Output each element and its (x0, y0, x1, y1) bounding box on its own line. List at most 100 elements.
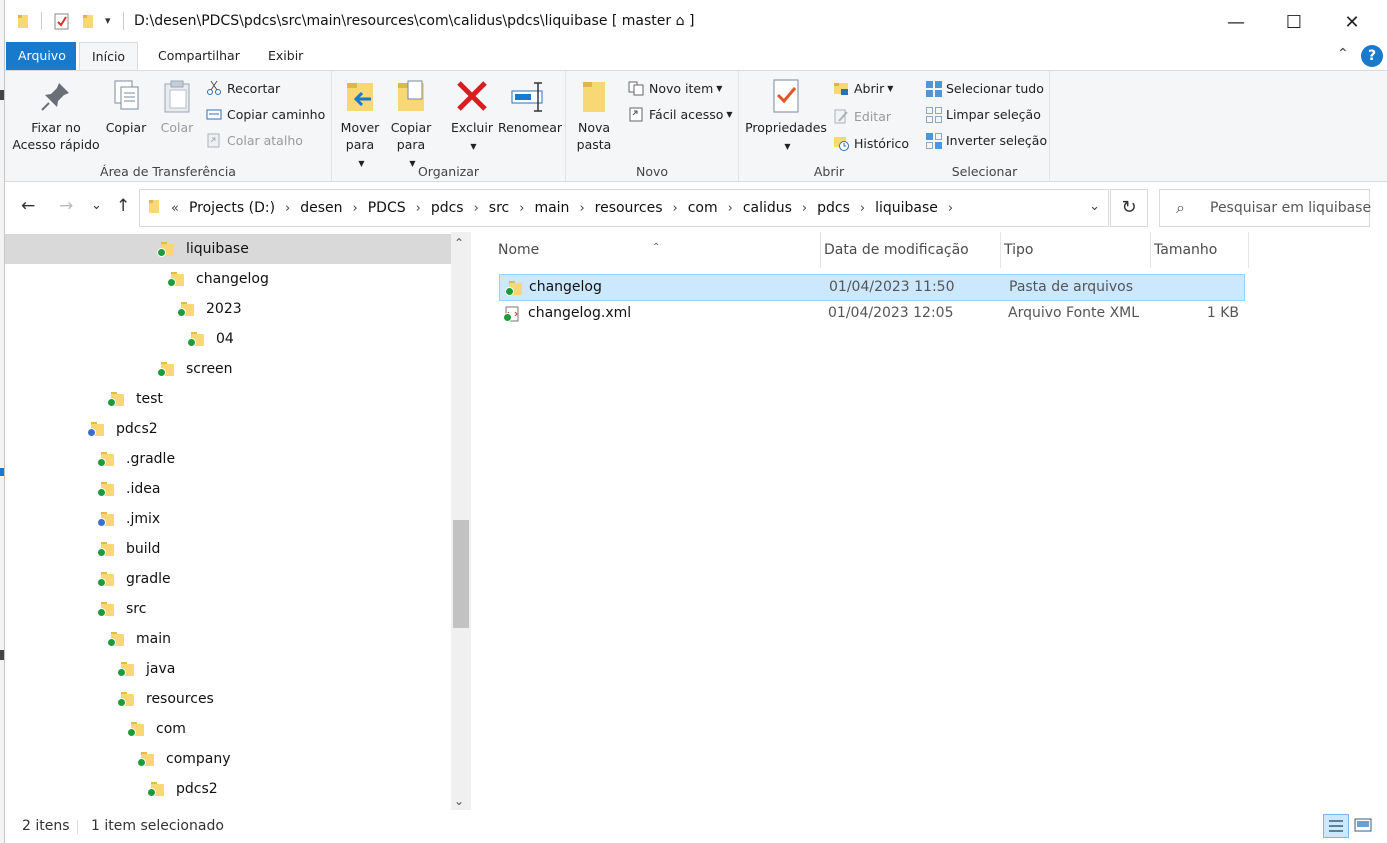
cut-button[interactable]: Recortar (206, 77, 280, 99)
tab-share[interactable]: Compartilhar (146, 42, 252, 70)
customize-toolbar-icon[interactable]: ▾ (105, 14, 111, 27)
folder-icon (107, 631, 126, 647)
address-bar[interactable]: « Projects (D:) › desen › PDCS › pdcs › src › main… (139, 189, 1109, 227)
select-none-button[interactable]: Limpar seleção (925, 103, 1041, 125)
breadcrumb-item[interactable]: pdcs (810, 200, 857, 216)
breadcrumb-separator-chevron-icon[interactable]: › (516, 201, 527, 216)
nav-tree-item[interactable]: .gradle (5, 444, 175, 474)
breadcrumb-item[interactable]: com (681, 200, 725, 216)
nav-tree-item[interactable]: liquibase (5, 234, 451, 264)
scroll-down-arrow-icon[interactable]: ⌄ (454, 794, 464, 808)
nav-scrollbar[interactable]: ⌃ ⌄ (451, 232, 471, 810)
breadcrumb-separator-chevron-icon[interactable]: › (857, 201, 868, 216)
breadcrumb-separator-chevron-icon[interactable]: › (282, 201, 293, 216)
nav-tree-item[interactable]: main (5, 624, 171, 654)
nav-tree-item[interactable]: .idea (5, 474, 160, 504)
select-all-button[interactable]: Selecionar tudo (925, 77, 1044, 99)
tab-file[interactable]: Arquivo (6, 42, 76, 70)
help-button[interactable]: ? (1361, 45, 1383, 67)
copy-path-button[interactable]: Copiar caminho (206, 103, 325, 125)
recent-locations-chevron-icon[interactable]: ⌄ (91, 198, 102, 213)
forward-arrow-icon[interactable]: → (59, 196, 73, 216)
breadcrumb-item[interactable]: src (482, 200, 516, 216)
new-item-button[interactable]: Novo item ▼ (628, 77, 722, 99)
nav-tree-item[interactable]: company (5, 744, 231, 774)
address-history-chevron-icon[interactable]: ⌄ (1089, 199, 1100, 214)
breadcrumb-separator-chevron-icon[interactable]: › (413, 201, 424, 216)
column-header-name[interactable]: ⌃ Nome (495, 232, 821, 268)
pin-quick-access-button[interactable]: Fixar no Acesso rápido (11, 77, 101, 153)
rename-button[interactable]: Renomear (498, 77, 562, 136)
breadcrumb-item[interactable]: main (527, 200, 576, 216)
copy-to-button[interactable]: Copiar para ▼ (389, 77, 433, 172)
nav-tree-item[interactable]: gradle (5, 564, 171, 594)
breadcrumb-separator-chevron-icon[interactable]: › (725, 201, 736, 216)
breadcrumb-item[interactable]: PDCS (361, 200, 413, 216)
new-folder-quick-icon[interactable] (82, 13, 96, 32)
file-row[interactable]: changelog.xml 01/04/2023 12:05 Arquivo Fon… (499, 301, 1245, 328)
breadcrumb-separator-chevron-icon[interactable]: › (350, 201, 361, 216)
paste-button[interactable]: Colar (155, 77, 199, 136)
move-to-icon (341, 77, 379, 115)
scroll-up-arrow-icon[interactable]: ⌃ (454, 236, 464, 250)
new-folder-button[interactable]: Nova pasta (572, 77, 616, 153)
properties-quick-icon[interactable] (54, 13, 70, 33)
nav-tree-item[interactable]: screen (5, 354, 233, 384)
close-button[interactable]: ✕ (1323, 0, 1381, 44)
breadcrumb-separator-chevron-icon[interactable]: › (945, 201, 956, 216)
nav-tree-item[interactable]: build (5, 534, 160, 564)
breadcrumb-separator-chevron-icon[interactable]: › (799, 201, 810, 216)
breadcrumb-item[interactable]: liquibase (868, 200, 945, 216)
search-input[interactable]: Pesquisar em liquibase (1210, 200, 1371, 216)
ribbon: Fixar no Acesso rápido Copiar Colar Reco… (5, 70, 1387, 182)
nav-tree-item[interactable]: .jmix (5, 504, 160, 534)
nav-tree-item[interactable]: resources (5, 684, 214, 714)
refresh-icon[interactable]: ↻ (1110, 189, 1148, 227)
back-arrow-icon[interactable]: ← (21, 196, 35, 216)
copy-button[interactable]: Copiar (104, 77, 148, 136)
invert-selection-button[interactable]: Inverter seleção (925, 129, 1047, 151)
column-header-type[interactable]: Tipo (1001, 232, 1151, 268)
nav-tree-item[interactable]: 2023 (5, 294, 242, 324)
delete-button[interactable]: Excluir ▼ (448, 77, 496, 155)
collapse-ribbon-icon[interactable]: ⌃ (1337, 46, 1349, 62)
tab-home[interactable]: Início (79, 42, 139, 70)
properties-button[interactable]: Propriedades ▼ (745, 77, 827, 155)
easy-access-button[interactable]: Fácil acesso ▼ (628, 103, 733, 125)
breadcrumb-separator-chevron-icon[interactable]: › (471, 201, 482, 216)
nav-tree-item[interactable]: changelog (5, 264, 269, 294)
scrollbar-thumb[interactable] (453, 520, 469, 628)
nav-tree-item[interactable]: 04 (5, 324, 234, 354)
breadcrumb-overflow[interactable]: « (168, 201, 182, 216)
open-button[interactable]: Abrir ▼ (833, 77, 893, 99)
details-view-button[interactable] (1323, 814, 1349, 838)
breadcrumb-item[interactable]: desen (293, 200, 349, 216)
file-row[interactable]: changelog 01/04/2023 11:50 Pasta de arquiv… (499, 274, 1245, 301)
file-modified: 01/04/2023 11:50 (829, 279, 955, 295)
history-button[interactable]: Histórico (833, 132, 909, 154)
column-header-modified[interactable]: Data de modificação (821, 232, 1001, 268)
breadcrumb-separator-chevron-icon[interactable]: › (670, 201, 681, 216)
paste-shortcut-button[interactable]: Colar atalho (206, 129, 303, 151)
nav-tree-item[interactable]: com (5, 714, 186, 744)
minimize-button[interactable]: — (1207, 0, 1265, 44)
breadcrumb-item[interactable]: Projects (D:) (182, 200, 282, 216)
column-header-size[interactable]: Tamanho (1151, 232, 1249, 268)
delete-icon (453, 77, 491, 115)
large-icons-view-button[interactable] (1351, 814, 1377, 838)
nav-tree-item[interactable]: pdcs2 (5, 414, 158, 444)
up-arrow-icon[interactable]: ↑ (116, 196, 130, 216)
nav-tree-item[interactable]: pdcs2 (5, 774, 218, 804)
breadcrumb-separator-chevron-icon[interactable]: › (576, 201, 587, 216)
breadcrumb-item[interactable]: calidus (736, 200, 799, 216)
nav-tree-item[interactable]: src (5, 594, 146, 624)
nav-tree-item[interactable]: test (5, 384, 163, 414)
search-box[interactable]: ⌕ Pesquisar em liquibase (1159, 189, 1371, 227)
move-to-button[interactable]: Mover para ▼ (338, 77, 382, 172)
tab-view[interactable]: Exibir (256, 42, 315, 70)
maximize-button[interactable]: ☐ (1265, 0, 1323, 44)
edit-button[interactable]: Editar (833, 105, 891, 127)
nav-tree-item[interactable]: java (5, 654, 175, 684)
breadcrumb-item[interactable]: pdcs (424, 200, 471, 216)
breadcrumb-item[interactable]: resources (588, 200, 670, 216)
